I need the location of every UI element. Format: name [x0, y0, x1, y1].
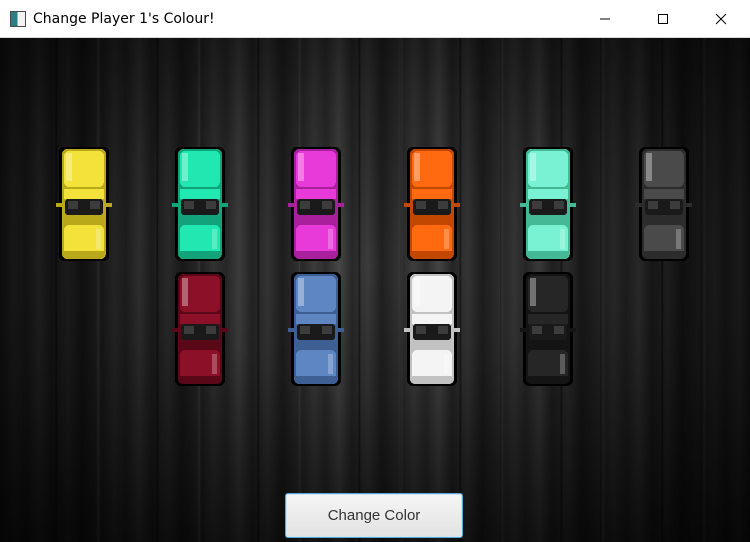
change-color-button[interactable]: Change Color — [285, 493, 463, 538]
close-icon — [715, 13, 727, 25]
car-sprite-icon — [288, 147, 344, 261]
car-magenta[interactable] — [284, 145, 348, 263]
car-white[interactable] — [400, 270, 464, 388]
car-sprite-icon — [288, 272, 344, 386]
title-bar: Change Player 1's Colour! — [0, 0, 750, 38]
car-yellow[interactable] — [52, 145, 116, 263]
maximize-icon — [658, 14, 668, 24]
car-black[interactable] — [516, 270, 580, 388]
wood-background — [0, 38, 750, 542]
car-sprite-icon — [636, 147, 692, 261]
maximize-button[interactable] — [634, 0, 692, 38]
car-sprite-icon — [172, 272, 228, 386]
car-orange[interactable] — [400, 145, 464, 263]
minimize-icon — [600, 18, 610, 20]
car-dark-grey[interactable] — [632, 145, 696, 263]
car-sprite-icon — [520, 147, 576, 261]
car-aquamarine[interactable] — [516, 145, 580, 263]
car-steel-blue[interactable] — [284, 270, 348, 388]
close-button[interactable] — [692, 0, 750, 38]
java-app-icon — [10, 10, 26, 27]
window-title: Change Player 1's Colour! — [33, 10, 215, 27]
car-sprite-icon — [404, 147, 460, 261]
minimize-button[interactable] — [576, 0, 634, 38]
car-turquoise[interactable] — [168, 145, 232, 263]
car-crimson[interactable] — [168, 270, 232, 388]
car-sprite-icon — [520, 272, 576, 386]
car-sprite-icon — [56, 147, 112, 261]
car-sprite-icon — [404, 272, 460, 386]
game-board — [0, 38, 750, 542]
car-sprite-icon — [172, 147, 228, 261]
window-controls — [576, 0, 750, 38]
